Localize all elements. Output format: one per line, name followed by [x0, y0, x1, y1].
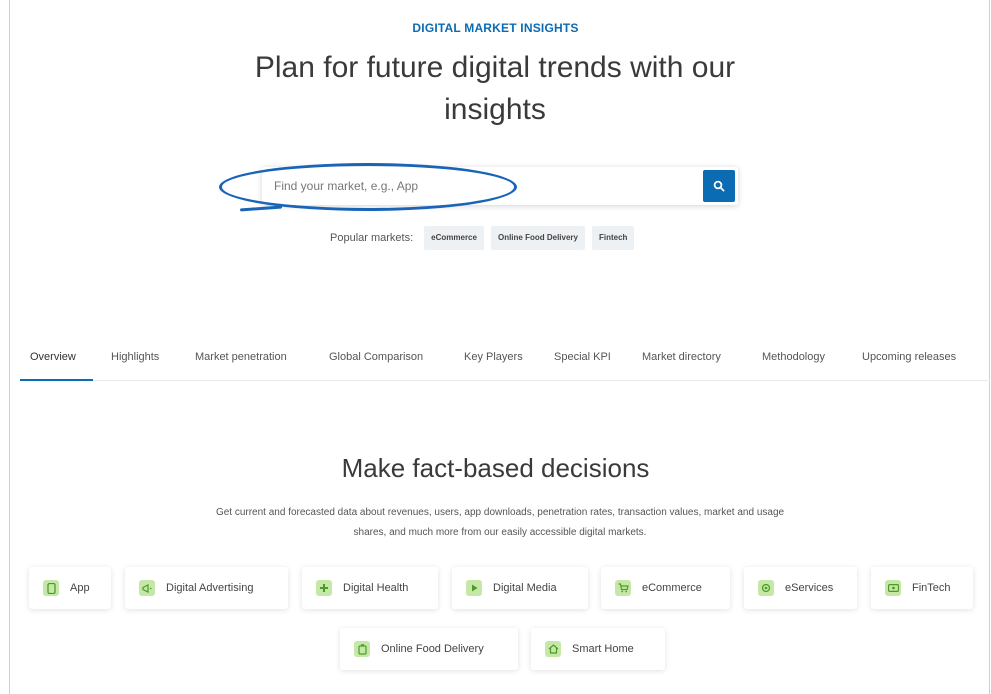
chip-online-food-delivery[interactable]: Online Food Delivery: [490, 226, 585, 250]
service-icon: [758, 580, 774, 596]
market-card-label: eCommerce: [642, 582, 702, 594]
tab-label: Methodology: [762, 351, 825, 363]
money-icon: [885, 580, 901, 596]
tab-upcoming-releases[interactable]: Upcoming releases: [862, 342, 956, 380]
market-card-eservices[interactable]: eServices: [744, 567, 857, 609]
market-card-label: Online Food Delivery: [381, 643, 484, 655]
tab-label: Key Players: [464, 351, 523, 363]
tab-methodology[interactable]: Methodology: [762, 342, 825, 380]
tab-bar: Overview Highlights Market penetration G…: [20, 342, 990, 381]
tab-label: Upcoming releases: [862, 351, 957, 363]
chip-ecommerce[interactable]: eCommerce: [424, 226, 484, 250]
market-card-label: Digital Media: [493, 582, 557, 594]
market-card-label: Digital Health: [343, 582, 409, 594]
market-card-label: FinTech: [912, 582, 951, 594]
market-card-label: Digital Advertising: [166, 582, 254, 594]
search-bar: [262, 167, 738, 205]
section-description: Get current and forecasted data about re…: [215, 507, 785, 538]
market-card-fintech[interactable]: FinTech: [871, 567, 973, 609]
popular-markets: Popular markets: eCommerce Online Food D…: [330, 226, 635, 250]
tab-highlights[interactable]: Highlights: [111, 342, 159, 380]
market-card-label: eServices: [785, 582, 834, 594]
market-card-online-food-delivery[interactable]: Online Food Delivery: [340, 628, 518, 670]
cart-icon: [615, 580, 631, 596]
market-card-smart-home[interactable]: Smart Home: [531, 628, 665, 670]
market-card-digital-media[interactable]: Digital Media: [452, 567, 588, 609]
search-icon: [713, 180, 725, 192]
search-button[interactable]: [703, 170, 735, 202]
tab-label: Highlights: [111, 351, 160, 363]
tab-overview[interactable]: Overview: [20, 342, 93, 381]
tab-label: Market directory: [642, 351, 721, 363]
chip-fintech[interactable]: Fintech: [591, 226, 635, 250]
tab-special-kpi[interactable]: Special KPI: [554, 342, 611, 380]
megaphone-icon: [139, 580, 155, 596]
search-input[interactable]: [262, 167, 702, 205]
eyebrow-label: DIGITAL MARKET INSIGHTS: [412, 21, 579, 35]
tab-label: Global Comparison: [329, 351, 424, 363]
market-card-ecommerce[interactable]: eCommerce: [601, 567, 730, 609]
food-icon: [354, 641, 370, 657]
market-card-digital-advertising[interactable]: Digital Advertising: [125, 567, 288, 609]
page-title: Plan for future digital trends with our …: [254, 51, 736, 126]
tab-key-players[interactable]: Key Players: [464, 342, 523, 380]
market-card-label: App: [70, 582, 90, 594]
home-icon: [545, 641, 561, 657]
market-card-digital-health[interactable]: Digital Health: [302, 567, 438, 609]
tab-label: Market penetration: [195, 351, 287, 363]
app-icon: [43, 580, 59, 596]
tab-label: Special KPI: [554, 351, 611, 363]
market-card-label: Smart Home: [572, 643, 634, 655]
tab-global-comparison[interactable]: Global Comparison: [329, 342, 423, 380]
media-icon: [466, 580, 482, 596]
popular-markets-label: Popular markets:: [330, 232, 414, 244]
tab-market-directory[interactable]: Market directory: [642, 342, 721, 380]
section-title: Make fact-based decisions: [341, 453, 650, 483]
market-card-app[interactable]: App: [29, 567, 111, 609]
health-icon: [316, 580, 332, 596]
tab-label: Overview: [30, 351, 76, 363]
tab-market-penetration[interactable]: Market penetration: [195, 342, 287, 380]
